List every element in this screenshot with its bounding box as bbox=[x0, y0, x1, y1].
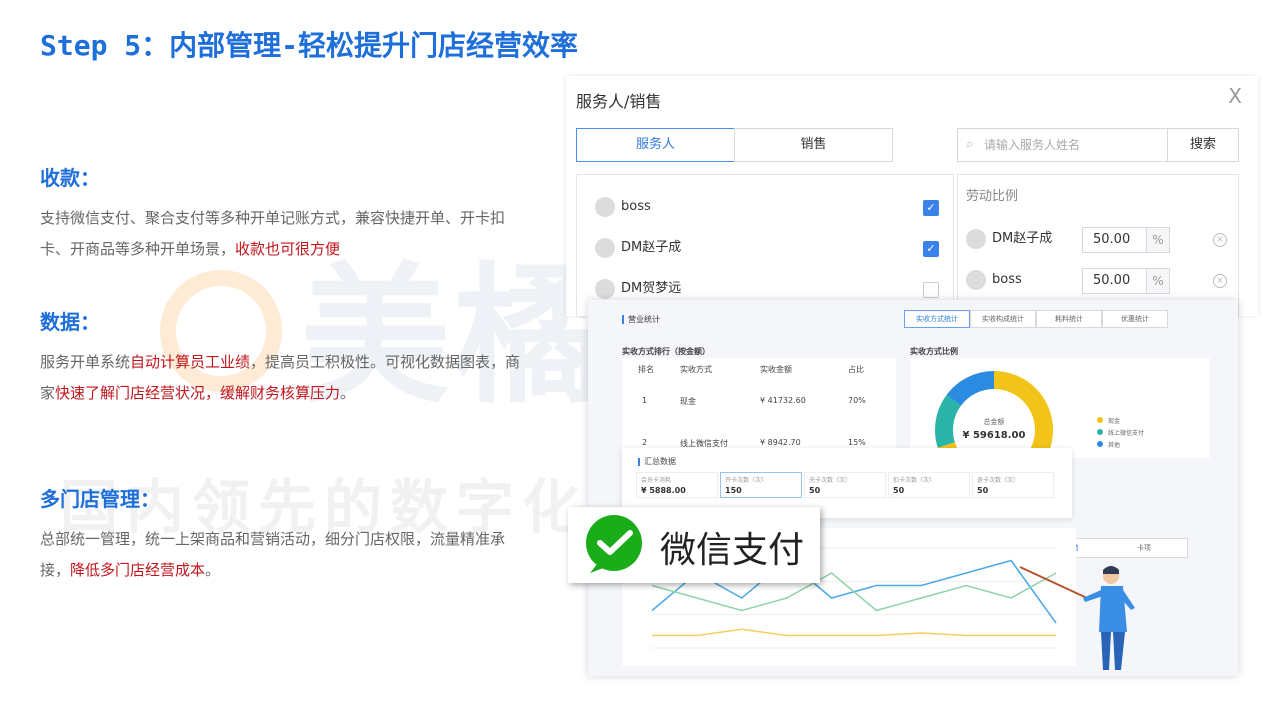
wechat-pay-icon bbox=[586, 515, 642, 573]
tab-sales[interactable]: 销售 bbox=[734, 128, 893, 162]
presenter-arm bbox=[1083, 590, 1103, 602]
search-input[interactable]: ⌕ 请输入服务人姓名 bbox=[957, 128, 1168, 162]
list-item[interactable]: DM赵子成 bbox=[595, 236, 681, 260]
donut-center-value: ¥ 59618.00 bbox=[963, 430, 1026, 441]
avatar bbox=[966, 269, 986, 290]
legend-dot bbox=[1097, 417, 1103, 423]
series-line bbox=[652, 628, 1056, 637]
ratio-input[interactable]: 50.00 bbox=[1082, 268, 1156, 294]
tab-cards[interactable]: 卡项 bbox=[1137, 539, 1151, 557]
staff-checkbox[interactable]: ✓ bbox=[923, 200, 939, 216]
wechat-pay-label: 微信支付 bbox=[660, 530, 805, 571]
labor-ratio-panel: 劳动比例 DM赵子成 50.00 % × boss 50.00 % × bbox=[957, 174, 1239, 317]
list-item[interactable]: DM贺梦远 bbox=[595, 277, 681, 301]
avatar bbox=[595, 196, 615, 217]
table-cell: 2 bbox=[642, 438, 648, 447]
avatar bbox=[595, 237, 615, 258]
tab-payment-composition[interactable]: 实收构成统计 bbox=[970, 310, 1036, 328]
ratio-row: boss bbox=[966, 268, 1022, 292]
table-cell: ¥ 41732.60 bbox=[760, 396, 806, 405]
summary-item: 会员卡消耗 ¥ 5888.00 bbox=[636, 472, 718, 498]
close-icon[interactable]: X bbox=[1228, 84, 1242, 108]
summary-title: 汇总数据 bbox=[638, 456, 676, 467]
legend-label: 线上微信支付 bbox=[1108, 429, 1144, 437]
table-cell: 70% bbox=[848, 396, 866, 405]
avatar bbox=[966, 228, 986, 249]
table-title: 实收方式排行（按金额） bbox=[622, 347, 710, 356]
summary-item[interactable]: 开卡次数（次） 150 bbox=[720, 472, 802, 498]
table-header: 排名 bbox=[638, 365, 654, 374]
ratio-label: 劳动比例 bbox=[966, 189, 1019, 204]
section-text: 服务开单系统自动计算员工业绩，提高员工积极性。可视化数据图表，商家快速了解门店经… bbox=[40, 353, 521, 402]
remove-icon[interactable]: × bbox=[1213, 274, 1227, 288]
ratio-input[interactable]: 50.00 bbox=[1082, 227, 1156, 253]
staff-list: boss ✓ DM赵子成 ✓ DM贺梦远 bbox=[576, 174, 954, 317]
page-title: Step 5：内部管理-轻松提升门店经营效率 bbox=[40, 29, 579, 62]
list-item[interactable]: boss bbox=[595, 195, 651, 219]
wechat-pay-badge: 微信支付 bbox=[568, 507, 820, 583]
presenter-hair bbox=[1103, 566, 1119, 574]
legend-dot bbox=[1097, 429, 1103, 435]
legend-label: 其他 bbox=[1108, 441, 1120, 449]
percent-unit: % bbox=[1146, 227, 1170, 253]
search-icon: ⌕ bbox=[966, 137, 974, 152]
table-cell: 现金 bbox=[680, 397, 696, 406]
section-payment: 收款： 支持微信支付、聚合支付等多种开单记账方式，兼容快捷开单、开卡扣卡、开商品… bbox=[40, 162, 530, 265]
presenter-illustration bbox=[1019, 566, 1135, 670]
tab-payment-method[interactable]: 实收方式统计 bbox=[904, 310, 970, 328]
section-text: 总部统一管理，统一上架商品和营销活动，细分门店权限，流量精准承接，降低多门店经营… bbox=[40, 530, 506, 579]
table-cell: 1 bbox=[642, 396, 648, 405]
section-data: 数据： 服务开单系统自动计算员工业绩，提高员工积极性。可视化数据图表，商家快速了… bbox=[40, 306, 530, 409]
ratio-row: DM赵子成 bbox=[966, 227, 1052, 251]
staff-checkbox[interactable]: ✓ bbox=[923, 241, 939, 257]
section-heading: 数据： bbox=[40, 310, 100, 334]
section-text: 支持微信支付、聚合支付等多种开单记账方式，兼容快捷开单、开卡扣卡、开商品等多种开… bbox=[40, 209, 506, 258]
summary-item: 充卡次数（次） 50 bbox=[804, 472, 886, 498]
tab-discounts[interactable]: 优惠统计 bbox=[1102, 310, 1168, 328]
presenter-legs bbox=[1101, 632, 1125, 670]
ranking-table: 排名 实收方式 实收金额 占比 1 现金 ¥ 41732.60 70% 2 线上… bbox=[622, 358, 896, 458]
dashboard-title: 营业统计 bbox=[622, 314, 660, 325]
legend-dot bbox=[1097, 441, 1103, 447]
summary-item: 退卡次数（次） 50 bbox=[972, 472, 1054, 498]
tab-service-staff[interactable]: 服务人 bbox=[576, 128, 735, 162]
table-cell: ¥ 8942.70 bbox=[760, 438, 801, 447]
table-cell: 15% bbox=[848, 438, 866, 447]
section-heading: 多门店管理： bbox=[40, 487, 160, 511]
tab-consumables[interactable]: 耗料统计 bbox=[1036, 310, 1102, 328]
donut-title: 实收方式比例 bbox=[910, 347, 958, 356]
table-header: 占比 bbox=[848, 365, 864, 374]
search-button[interactable]: 搜索 bbox=[1167, 128, 1239, 162]
legend-label: 现金 bbox=[1108, 417, 1120, 425]
donut-chart: 总金额 ¥ 59618.00 现金 线上微信支付 其他 bbox=[910, 358, 1210, 489]
pointer-stick bbox=[1019, 566, 1088, 599]
avatar bbox=[595, 278, 615, 299]
table-header: 实收方式 bbox=[680, 365, 712, 374]
remove-icon[interactable]: × bbox=[1213, 233, 1227, 247]
donut-svg: 总金额 ¥ 59618.00 现金 线上微信支付 其他 bbox=[935, 371, 1144, 489]
donut-center-label: 总金额 bbox=[984, 417, 1005, 426]
staff-dialog: 服务人/销售 X 服务人 销售 ⌕ 请输入服务人姓名 搜索 boss ✓ DM赵… bbox=[566, 76, 1258, 317]
percent-unit: % bbox=[1146, 268, 1170, 294]
table-header: 实收金额 bbox=[760, 365, 792, 374]
summary-item: 扣卡次数（次） 50 bbox=[888, 472, 970, 498]
section-heading: 收款： bbox=[40, 166, 100, 190]
dialog-title: 服务人/销售 bbox=[576, 92, 662, 111]
section-multistore: 多门店管理： 总部统一管理，统一上架商品和营销活动，细分门店权限，流量精准承接，… bbox=[40, 483, 530, 586]
staff-checkbox[interactable] bbox=[923, 282, 939, 298]
